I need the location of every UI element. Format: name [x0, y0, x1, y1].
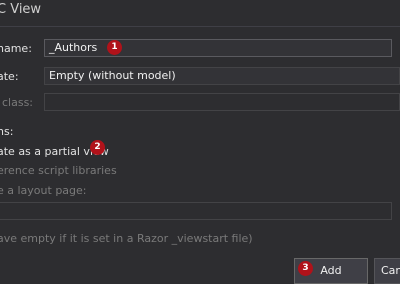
template-label: ate: — [0, 70, 19, 83]
step-badge-1: 1 — [107, 40, 122, 55]
view-name-input[interactable]: _Authors — [44, 39, 392, 57]
template-value: Empty (without model) — [49, 69, 176, 82]
layout-page-input[interactable] — [0, 202, 392, 220]
add-button-label: Add — [320, 264, 342, 277]
cancel-button-label: Canc — [381, 264, 400, 277]
title-bar: C View — [0, 0, 400, 27]
view-name-label: name: — [0, 42, 32, 55]
step-badge-3: 3 — [298, 261, 313, 276]
view-name-value: _Authors — [49, 41, 98, 54]
layout-hint-text: ave empty if it is set in a Razor _views… — [0, 232, 253, 245]
step-badge-2: 2 — [90, 140, 105, 155]
options-label: ns: — [0, 125, 14, 138]
cancel-button[interactable]: Canc — [374, 258, 400, 284]
model-class-select[interactable] — [44, 93, 400, 111]
add-mvc-view-dialog: C View name: _Authors 1 ate: Empty (with… — [0, 0, 400, 284]
template-select[interactable]: Empty (without model) — [44, 67, 400, 85]
window-title: C View — [0, 2, 42, 17]
reference-scripts-checkbox-label[interactable]: erence script libraries — [0, 164, 117, 177]
layout-page-checkbox-label[interactable]: e a layout page: — [0, 184, 87, 197]
model-class-label: class: — [2, 96, 34, 109]
